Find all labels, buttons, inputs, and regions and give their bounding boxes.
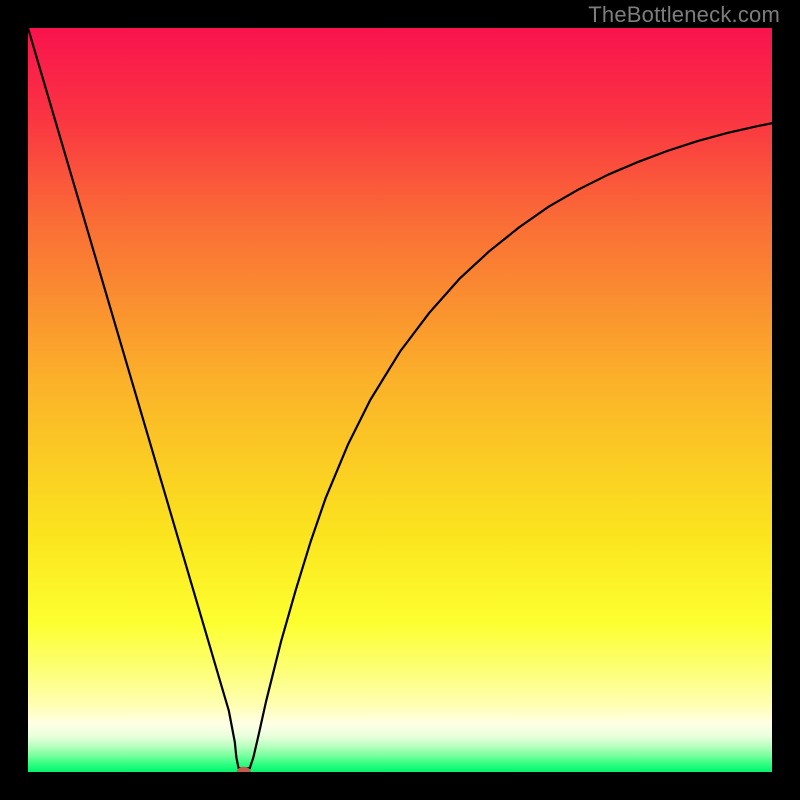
watermark-text: TheBottleneck.com bbox=[588, 2, 780, 28]
chart-frame: TheBottleneck.com bbox=[0, 0, 800, 800]
chart-canvas bbox=[28, 28, 772, 772]
plot-area bbox=[28, 28, 772, 772]
gradient-background bbox=[28, 28, 772, 772]
